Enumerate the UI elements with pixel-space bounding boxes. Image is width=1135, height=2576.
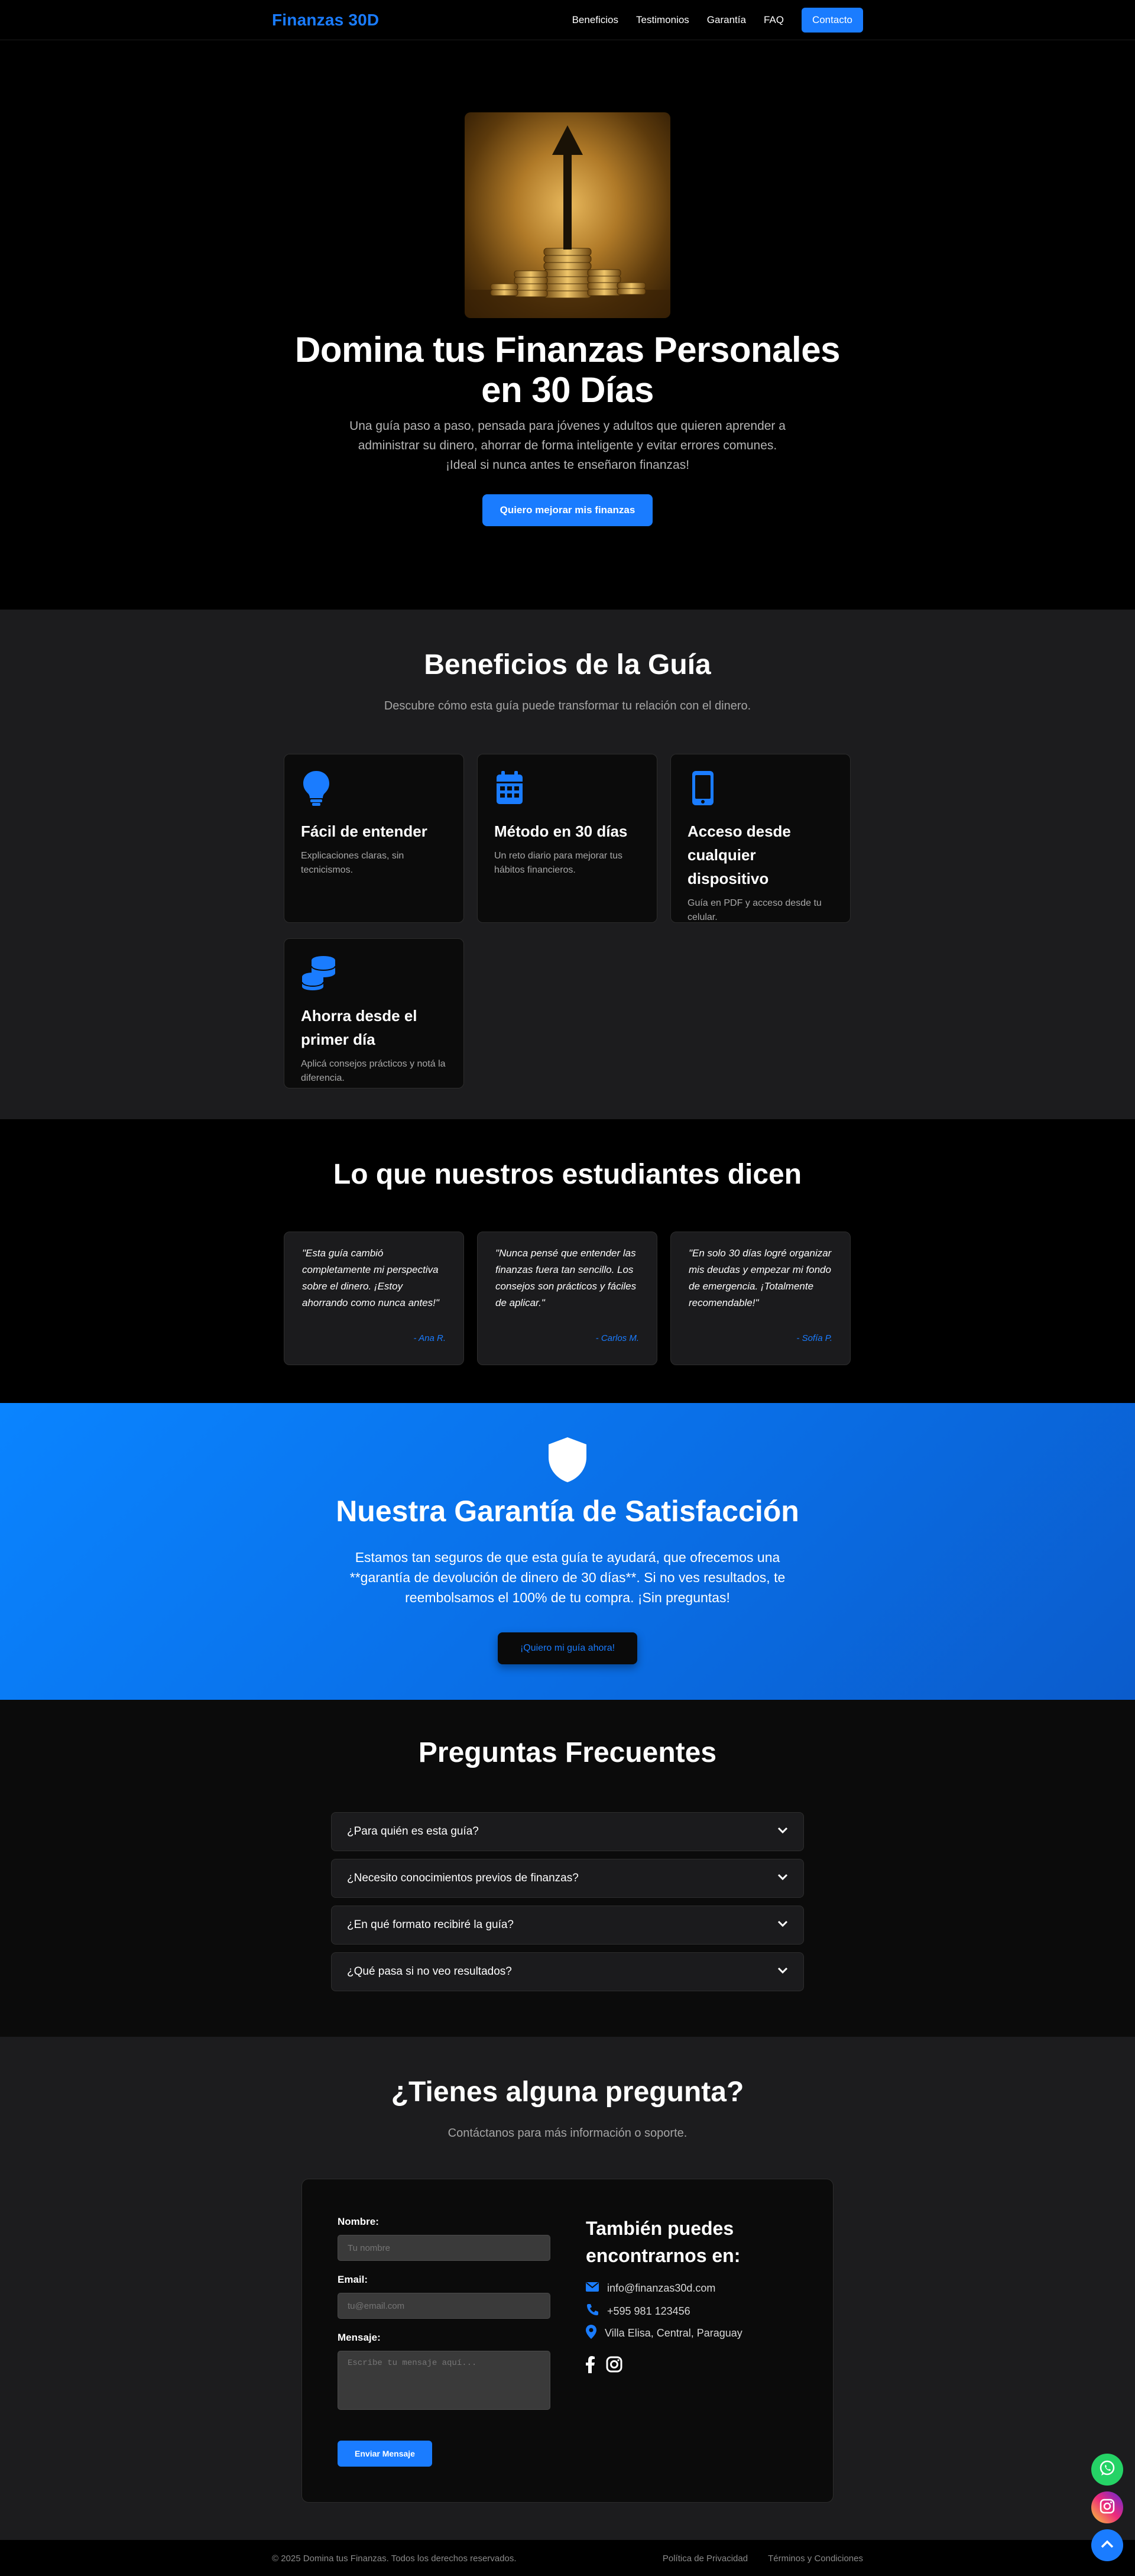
- envelope-icon: [586, 2282, 599, 2295]
- calendar-icon: [494, 770, 525, 806]
- nav-link-testimonios[interactable]: Testimonios: [636, 14, 689, 26]
- chevron-down-icon: [777, 1966, 788, 1977]
- benefit-title: Fácil de entender: [301, 822, 427, 840]
- footer-copyright: © 2025 Domina tus Finanzas. Todos los de…: [272, 2553, 517, 2564]
- name-label: Nombre:: [338, 2216, 379, 2227]
- faq-section: Preguntas Frecuentes ¿Para quién es esta…: [0, 1700, 1135, 2037]
- coins-icon: [301, 954, 336, 991]
- testimonial-author: - Ana R.: [413, 1333, 446, 1343]
- hero-cta-button[interactable]: Quiero mejorar mis finanzas: [482, 494, 653, 526]
- testimonial-quote: "Nunca pensé que entender las finanzas f…: [495, 1248, 637, 1308]
- guarantee-section: Nuestra Garantía de Satisfacción Estamos…: [0, 1403, 1135, 1700]
- location-pin-icon: [586, 2325, 596, 2342]
- testimonials-section: Lo que nuestros estudiantes dicen "Esta …: [0, 1119, 1135, 1403]
- benefit-card: Acceso desde cualquier dispositivo Guía …: [670, 754, 851, 923]
- contact-email[interactable]: info@finanzas30d.com: [607, 2282, 715, 2295]
- scroll-top-button[interactable]: [1091, 2529, 1123, 2561]
- faq-question: ¿En qué formato recibiré la guía?: [347, 1919, 514, 1931]
- footer: © 2025 Domina tus Finanzas. Todos los de…: [0, 2539, 1135, 2576]
- whatsapp-button[interactable]: [1091, 2454, 1123, 2486]
- faq-question: ¿Qué pasa si no veo resultados?: [347, 1965, 512, 1978]
- benefit-title: Acceso desde cualquier dispositivo: [688, 822, 791, 887]
- hero-title: Domina tus Finanzas Personales en 30 Día…: [295, 330, 840, 410]
- testimonials-title: Lo que nuestros estudiantes dicen: [333, 1159, 802, 1190]
- nav-links: Beneficios Testimonios Garantía FAQ Cont…: [572, 8, 863, 33]
- social-links: [586, 2355, 622, 2376]
- nav-link-beneficios[interactable]: Beneficios: [572, 14, 618, 26]
- testimonial-card: "Esta guía cambió completamente mi persp…: [284, 1232, 464, 1365]
- privacy-link[interactable]: Política de Privacidad: [663, 2554, 748, 2564]
- contact-phone[interactable]: +595 981 123456: [607, 2305, 690, 2318]
- email-field[interactable]: [338, 2293, 550, 2319]
- message-label: Mensaje:: [338, 2332, 381, 2343]
- contact-phone-row: +595 981 123456: [586, 2303, 690, 2319]
- benefit-title: Ahorra desde el primer día: [301, 1007, 417, 1048]
- chevron-down-icon: [777, 1920, 788, 1930]
- benefits-subtitle: Descubre cómo esta guía puede transforma…: [384, 699, 751, 712]
- faq-question: ¿Necesito conocimientos previos de finan…: [347, 1872, 579, 1884]
- send-message-button[interactable]: Enviar Mensaje: [338, 2441, 432, 2467]
- alt-contact-title: También puedes encontrarnos en:: [586, 2218, 741, 2266]
- email-label: Email:: [338, 2274, 368, 2285]
- message-field[interactable]: [338, 2351, 550, 2410]
- faq-item[interactable]: ¿Necesito conocimientos previos de finan…: [331, 1859, 804, 1898]
- guarantee-text: Estamos tan seguros de que esta guía te …: [349, 1550, 786, 1605]
- name-field[interactable]: [338, 2235, 550, 2261]
- benefit-card: Método en 30 días Un reto diario para me…: [477, 754, 657, 923]
- contact-email-row: info@finanzas30d.com: [586, 2282, 715, 2295]
- faq-item[interactable]: ¿En qué formato recibiré la guía?: [331, 1906, 804, 1945]
- nav-link-garantia[interactable]: Garantía: [707, 14, 746, 26]
- facebook-icon[interactable]: [586, 2355, 595, 2376]
- testimonial-author: - Carlos M.: [595, 1333, 639, 1343]
- contact-title: ¿Tienes alguna pregunta?: [391, 2076, 744, 2108]
- chevron-down-icon: [777, 1873, 788, 1884]
- benefit-card: Ahorra desde el primer día Aplicá consej…: [284, 938, 464, 1088]
- benefit-text: Un reto diario para mejorar tus hábitos …: [494, 851, 622, 875]
- contact-button[interactable]: Contacto: [801, 8, 863, 33]
- faq-question: ¿Para quién es esta guía?: [347, 1825, 479, 1838]
- contact-location: Villa Elisa, Central, Paraguay: [605, 2327, 742, 2339]
- contact-form: Nombre: Email: Mensaje: Enviar Mensaje T…: [301, 2179, 834, 2503]
- phone-icon: [586, 2303, 599, 2319]
- terms-link[interactable]: Términos y Condiciones: [768, 2554, 863, 2564]
- shield-icon: [546, 1436, 589, 1486]
- testimonial-author: - Sofía P.: [796, 1333, 832, 1343]
- benefits-title: Beneficios de la Guía: [424, 649, 711, 681]
- hero-subtitle: Una guía paso a paso, pensada para jóven…: [349, 419, 786, 472]
- brand-logo[interactable]: Finanzas 30D: [272, 11, 379, 30]
- contact-location-row: Villa Elisa, Central, Paraguay: [586, 2325, 742, 2342]
- testimonial-card: "Nunca pensé que entender las finanzas f…: [477, 1232, 657, 1365]
- faq-item[interactable]: ¿Qué pasa si no veo resultados?: [331, 1952, 804, 1991]
- nav-link-faq[interactable]: FAQ: [764, 14, 784, 26]
- benefit-text: Guía en PDF y acceso desde tu celular.: [688, 898, 822, 922]
- guarantee-cta-button[interactable]: ¡Quiero mi guía ahora!: [498, 1632, 637, 1664]
- whatsapp-icon: [1098, 2460, 1116, 2480]
- benefits-section: Beneficios de la Guía Descubre cómo esta…: [0, 610, 1135, 1119]
- testimonial-quote: "En solo 30 días logré organizar mis deu…: [689, 1248, 832, 1308]
- guarantee-title: Nuestra Garantía de Satisfacción: [336, 1495, 799, 1528]
- benefit-title: Método en 30 días: [494, 822, 628, 840]
- chevron-down-icon: [777, 1826, 788, 1837]
- benefit-text: Aplicá consejos prácticos y notá la dife…: [301, 1059, 446, 1083]
- hero-image: [465, 112, 670, 318]
- instagram-float-button[interactable]: [1091, 2491, 1123, 2523]
- faq-title: Preguntas Frecuentes: [418, 1737, 717, 1768]
- instagram-icon: [1099, 2498, 1115, 2517]
- top-navbar: Finanzas 30D Beneficios Testimonios Gara…: [0, 0, 1135, 40]
- faq-item[interactable]: ¿Para quién es esta guía?: [331, 1812, 804, 1851]
- lightbulb-icon: [301, 770, 332, 806]
- benefit-card: Fácil de entender Explicaciones claras, …: [284, 754, 464, 923]
- benefit-text: Explicaciones claras, sin tecnicismos.: [301, 851, 404, 875]
- chevron-up-icon: [1101, 2540, 1114, 2551]
- testimonial-quote: "Esta guía cambió completamente mi persp…: [302, 1248, 439, 1308]
- contact-section: ¿Tienes alguna pregunta? Contáctanos par…: [0, 2037, 1135, 2539]
- mobile-icon: [688, 770, 718, 806]
- contact-subtitle: Contáctanos para más información o sopor…: [447, 2127, 688, 2140]
- testimonial-card: "En solo 30 días logré organizar mis deu…: [670, 1232, 851, 1365]
- hero-section: Domina tus Finanzas Personales en 30 Día…: [0, 40, 1135, 610]
- instagram-icon[interactable]: [606, 2356, 622, 2376]
